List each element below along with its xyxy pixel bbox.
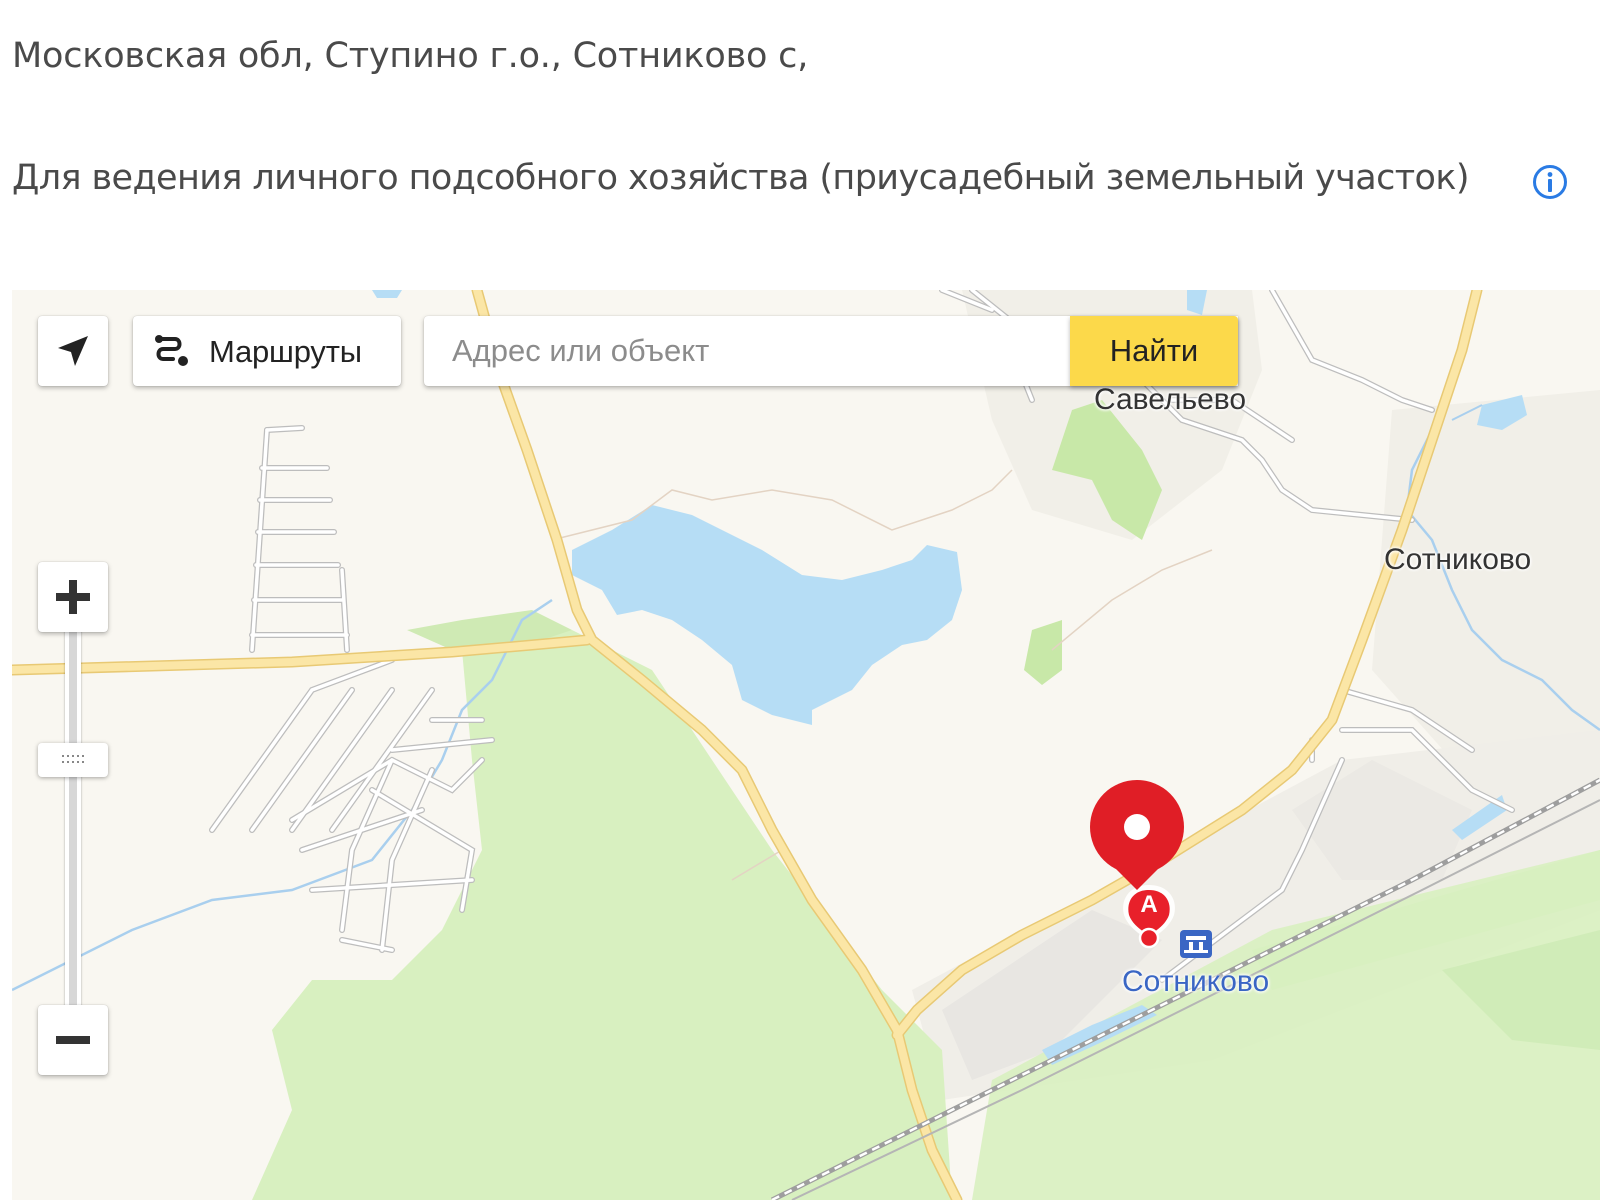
map-canvas[interactable]: A [12, 290, 1600, 1200]
place-label-sotnikovo[interactable]: Сотниково [1384, 543, 1531, 577]
search-input[interactable] [424, 316, 1058, 386]
locate-button[interactable] [38, 316, 108, 386]
land-use-purpose: Для ведения личного подсобного хозяйства… [12, 158, 1470, 198]
zoom-slider-track-inner [69, 630, 77, 1008]
zoom-out-button[interactable] [38, 1005, 108, 1075]
zoom-in-button[interactable] [38, 562, 108, 632]
listing-address: Московская обл, Ступино г.о., Сотниково … [12, 36, 809, 76]
station-label-sotnikovo[interactable]: Сотниково [1122, 965, 1269, 999]
routes-icon [155, 335, 188, 366]
place-label-savelyevo[interactable]: Савельево [1094, 383, 1246, 417]
routes-button-label: Маршруты [209, 334, 362, 369]
info-icon[interactable] [1531, 163, 1569, 201]
listing-page: Московская обл, Ступино г.о., Сотниково … [0, 0, 1600, 1200]
routes-button[interactable]: Маршруты [133, 316, 401, 386]
zoom-slider-thumb[interactable] [38, 743, 108, 777]
marker-letter: A [1140, 891, 1157, 918]
zoom-out-icon [56, 1036, 90, 1044]
zoom-in-icon [56, 580, 90, 614]
map-widget[interactable]: A Савельево Сотниково Сотниково Маршруты… [12, 290, 1600, 1200]
station-icon [1180, 930, 1212, 958]
locate-arrow-icon [58, 336, 88, 366]
grip-icon [62, 755, 84, 763]
search-button[interactable]: Найти [1070, 316, 1238, 386]
